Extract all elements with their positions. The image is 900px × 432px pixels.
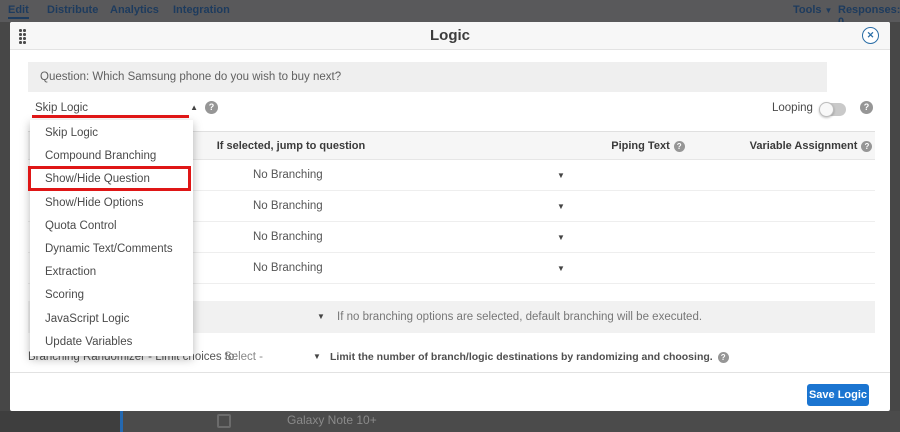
caret-down-icon: ▼ xyxy=(557,191,565,222)
default-branching-select[interactable]: ▼ xyxy=(317,301,325,333)
default-branching-note: If no branching options are selected, de… xyxy=(337,301,702,333)
nav-tab-integration[interactable]: Integration xyxy=(173,4,230,16)
nav-tab-edit[interactable]: Edit xyxy=(8,4,29,19)
logic-type-dropdown: Skip Logic Compound Branching Show/Hide … xyxy=(30,120,193,356)
dropdown-item-update-variables[interactable]: Update Variables xyxy=(30,331,193,354)
background-panel-left xyxy=(0,411,120,432)
piping-text-label: Piping Text xyxy=(611,133,669,160)
variable-help-icon[interactable]: ? xyxy=(861,141,872,152)
logic-type-help-icon[interactable]: ? xyxy=(205,101,218,114)
caret-down-icon: ▼ xyxy=(557,160,565,191)
logic-type-select[interactable]: Skip Logic ▲ xyxy=(32,100,200,116)
randomizer-select[interactable]: - Select - ▼ xyxy=(217,348,337,366)
background-option-checkbox xyxy=(217,414,231,428)
modal-header: Logic ✕ xyxy=(10,22,890,50)
variable-assignment-label: Variable Assignment xyxy=(750,133,858,160)
branching-select-value: No Branching xyxy=(253,191,323,222)
dropdown-item-dynamic-text[interactable]: Dynamic Text/Comments xyxy=(30,238,193,261)
background-panel-right xyxy=(123,411,900,432)
dropdown-item-javascript-logic[interactable]: JavaScript Logic xyxy=(30,308,193,331)
caret-down-icon: ▼ xyxy=(557,253,565,284)
looping-toggle[interactable] xyxy=(820,103,846,116)
save-logic-button[interactable]: Save Logic xyxy=(807,384,869,406)
caret-down-icon: ▼ xyxy=(557,222,565,253)
branching-select-value: No Branching xyxy=(253,222,323,253)
caret-down-icon: ▼ xyxy=(825,6,833,15)
dropdown-item-quota-control[interactable]: Quota Control xyxy=(30,215,193,238)
randomizer-note: Limit the number of branch/logic destina… xyxy=(330,348,729,366)
dropdown-item-skip-logic[interactable]: Skip Logic xyxy=(30,122,193,145)
toggle-knob xyxy=(819,102,834,117)
background-option-label: Galaxy Note 10+ xyxy=(287,413,377,427)
branching-select-value: No Branching xyxy=(253,160,323,191)
branching-select-value: No Branching xyxy=(253,253,323,284)
dropdown-item-extraction[interactable]: Extraction xyxy=(30,261,193,284)
piping-help-icon[interactable]: ? xyxy=(674,141,685,152)
tools-menu[interactable]: Tools▼ xyxy=(793,4,832,16)
tools-label: Tools xyxy=(793,4,822,16)
randomizer-help-icon[interactable]: ? xyxy=(718,352,729,363)
modal-title: Logic xyxy=(10,22,890,50)
caret-up-icon: ▲ xyxy=(190,100,198,116)
close-button[interactable]: ✕ xyxy=(862,27,879,44)
logic-type-value: Skip Logic xyxy=(35,102,88,114)
dropdown-item-scoring[interactable]: Scoring xyxy=(30,284,193,307)
screen: Edit Distribute Analytics Integration To… xyxy=(0,0,900,432)
top-nav: Edit Distribute Analytics Integration To… xyxy=(0,0,900,22)
annotation-underline xyxy=(32,115,189,118)
column-header-piping: Piping Text ? xyxy=(578,132,718,161)
question-label: Question: Which Samsung phone do you wis… xyxy=(28,62,827,92)
close-icon: ✕ xyxy=(867,30,875,40)
dropdown-item-compound-branching[interactable]: Compound Branching xyxy=(30,145,193,168)
looping-label: Looping xyxy=(772,102,813,114)
looping-help-icon[interactable]: ? xyxy=(860,101,873,114)
column-header-variable: Variable Assignment ? xyxy=(721,132,900,161)
annotation-highlight-box xyxy=(28,166,191,191)
caret-down-icon: ▼ xyxy=(313,348,321,366)
nav-tab-analytics[interactable]: Analytics xyxy=(110,4,159,16)
column-header-jump: If selected, jump to question xyxy=(181,132,401,161)
nav-tab-distribute[interactable]: Distribute xyxy=(47,4,98,16)
randomizer-select-value: - Select - xyxy=(217,351,263,363)
footer-divider xyxy=(10,372,890,373)
dropdown-item-show-hide-options[interactable]: Show/Hide Options xyxy=(30,192,193,215)
